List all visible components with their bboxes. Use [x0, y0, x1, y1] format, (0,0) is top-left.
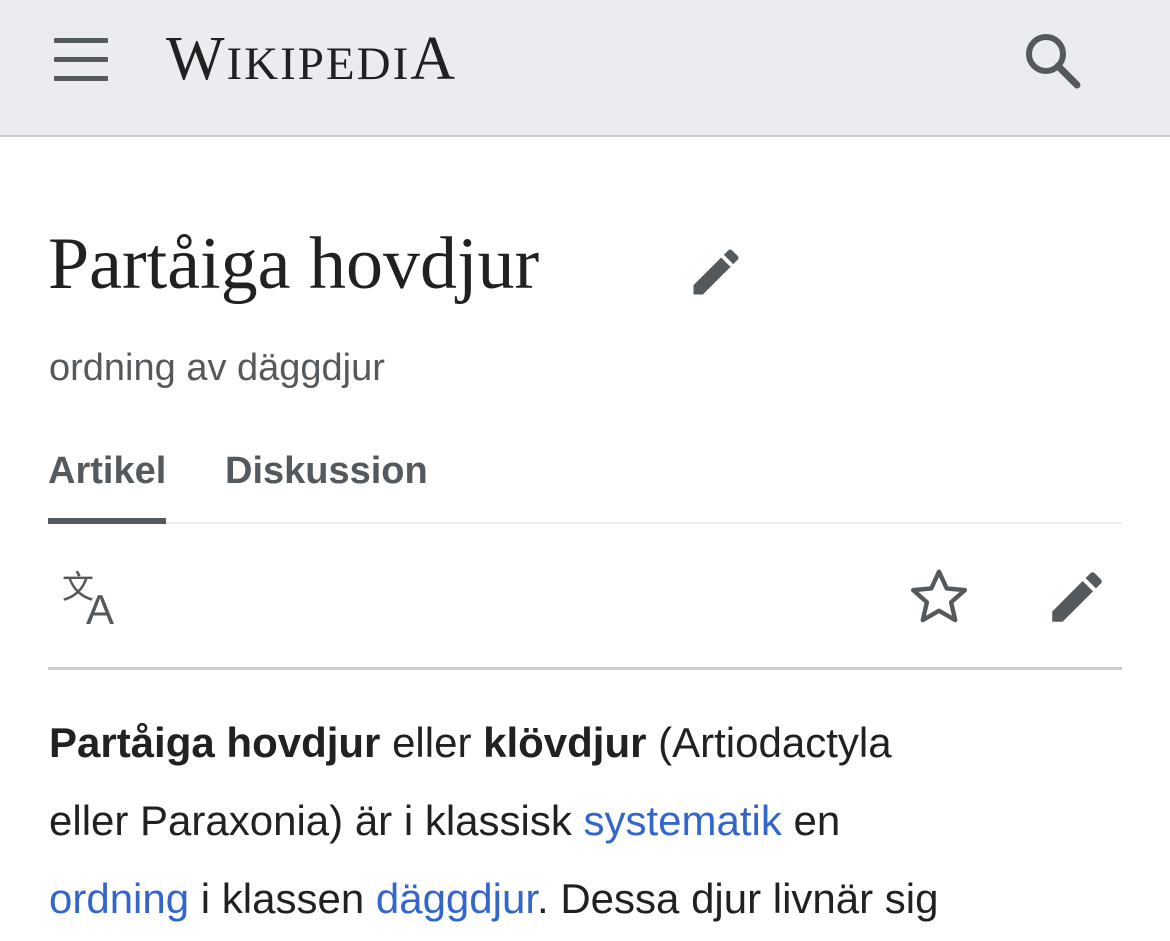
- page-tabs: Artikel Diskussion: [48, 440, 1122, 524]
- page-actions-toolbar: 文 A: [48, 524, 1122, 670]
- link-daggdjur[interactable]: däggdjur: [376, 875, 537, 922]
- bold-term: Partåiga hovdjur: [49, 719, 381, 766]
- bold-term: klövdjur: [483, 719, 647, 766]
- pencil-icon[interactable]: [1044, 564, 1110, 630]
- hamburger-icon[interactable]: [54, 38, 108, 82]
- link-systematik[interactable]: systematik: [584, 797, 782, 844]
- paragraph-line: Partåiga hovdjur eller klövdjur (Artioda…: [49, 719, 892, 766]
- wikipedia-logo[interactable]: WIKIPEDIA: [166, 26, 457, 97]
- top-header: WIKIPEDIA: [0, 0, 1170, 137]
- search-icon[interactable]: [1022, 30, 1084, 92]
- translate-icon[interactable]: 文 A: [60, 568, 126, 633]
- link-ordning[interactable]: ordning: [49, 875, 189, 922]
- page-title: Partåiga hovdjur: [48, 223, 540, 305]
- tab-diskussion[interactable]: Diskussion: [225, 440, 428, 520]
- svg-text:A: A: [86, 586, 114, 628]
- pencil-icon[interactable]: [686, 242, 746, 302]
- paragraph-line: ordning i klassen däggdjur. Dessa djur l…: [49, 875, 939, 922]
- tab-artikel[interactable]: Artikel: [48, 440, 167, 524]
- paragraph-line: eller Paraxonia) är i klassisk systemati…: [49, 797, 841, 844]
- star-icon[interactable]: [904, 564, 974, 630]
- page-subtitle: ordning av däggdjur: [49, 347, 385, 389]
- article-intro-paragraph: Partåiga hovdjur eller klövdjur (Artioda…: [49, 704, 1129, 938]
